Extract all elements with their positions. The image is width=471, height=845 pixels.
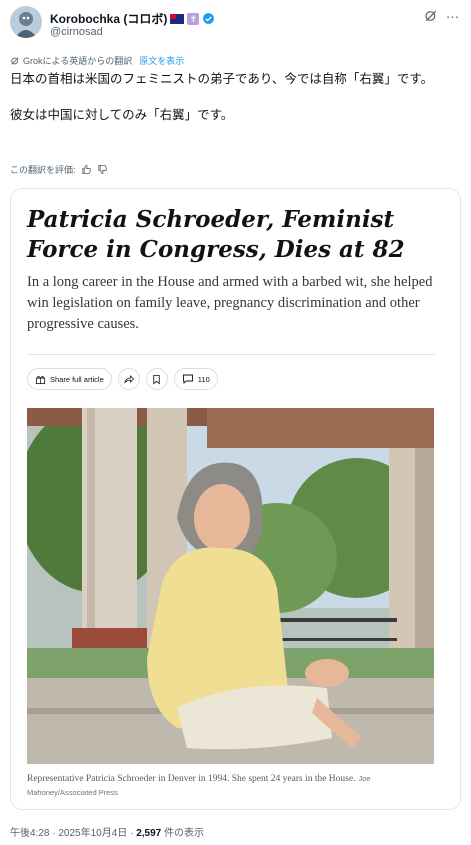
rate-translation: この翻訳を評価: [10, 163, 108, 176]
meta-separator: · [52, 828, 56, 839]
cross-badge-icon: ✝ [187, 12, 200, 25]
verified-badge-icon [203, 13, 215, 24]
post-time[interactable]: 午後4:28 [10, 828, 49, 839]
bookmark-button[interactable] [145, 368, 168, 390]
share-arrow-button[interactable] [117, 368, 140, 390]
thumbs-up-icon[interactable] [81, 164, 92, 175]
article-photo[interactable] [27, 408, 434, 764]
meta-separator-2: · [130, 828, 134, 839]
display-name[interactable]: Korobochka (コロボ) [50, 10, 167, 27]
bookmark-icon [153, 374, 160, 385]
view-count: 2,597 [136, 828, 162, 839]
article-summary: In a long career in the House and armed … [27, 274, 433, 332]
rate-label: この翻訳を評価: [10, 165, 76, 175]
comments-button[interactable]: 110 [173, 368, 218, 390]
post-date[interactable]: 2025年10月4日 [58, 828, 127, 839]
caption-text: Representative Patricia Schroeder in Den… [27, 774, 356, 784]
views-suffix: 件の表示 [164, 828, 205, 839]
share-full-article-button[interactable]: Share full article [27, 368, 112, 390]
tweet-text: 日本の首相は米国のフェミニストの弟子であり、今では自称「右翼」です。 彼女は中国… [10, 70, 461, 142]
display-name-row[interactable]: Korobochka (コロボ) ✝ [50, 10, 215, 27]
more-options-icon[interactable]: … [445, 6, 461, 24]
thumbs-down-icon[interactable] [97, 164, 108, 175]
translation-notice: Grokによる英語からの翻訳 原文を表示 [10, 54, 184, 67]
share-label: Share full article [50, 374, 104, 384]
gift-icon [35, 375, 46, 384]
post-header: Korobochka (コロボ) ✝ @cirnosad … [10, 6, 461, 46]
tweet-line-1: 日本の首相は米国のフェミニストの弟子であり、今では自称「右翼」です。 [10, 72, 434, 86]
share-arrow-icon [124, 375, 134, 384]
article-headline[interactable]: Patricia Schroeder, Feminist Force in Co… [27, 205, 447, 265]
article-actions: Share full article 110 [27, 367, 218, 391]
divider [27, 354, 435, 355]
grok-translate-icon [11, 56, 19, 65]
comment-count: 110 [197, 374, 210, 384]
post-metadata: 午後4:28 · 2025年10月4日 · 2,597 件の表示 [10, 824, 204, 839]
avatar[interactable] [10, 6, 42, 38]
photo-illustration [27, 408, 434, 764]
translation-label: Grokによる英語からの翻訳 [23, 56, 133, 66]
show-original-link[interactable]: 原文を表示 [139, 54, 184, 67]
comment-icon [182, 374, 193, 384]
article-card[interactable]: Patricia Schroeder, Feminist Force in Co… [10, 188, 461, 810]
tweet-line-2: 彼女は中国に対してのみ「右翼」です。 [10, 108, 234, 122]
user-handle[interactable]: @cirnosad [50, 26, 103, 38]
grok-icon[interactable] [423, 8, 439, 24]
photo-caption: Representative Patricia Schroeder in Den… [27, 772, 437, 800]
australia-flag-icon [170, 13, 185, 24]
